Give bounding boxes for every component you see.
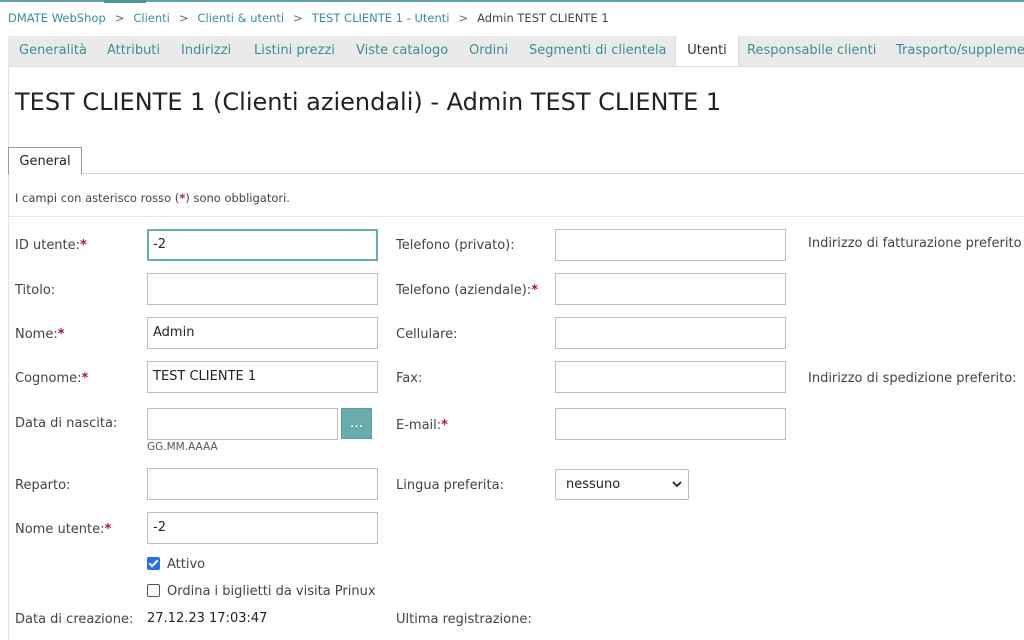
billing-address-label: Indirizzo di fatturazione preferito	[808, 236, 1022, 251]
username-input[interactable]: -2	[147, 512, 378, 544]
last-name-label-text: Cognome:	[15, 371, 82, 386]
business-cards-checkbox-label[interactable]: Ordina i biglietti da visita Prinux	[167, 584, 376, 599]
business-cards-checkbox[interactable]	[147, 584, 160, 597]
department-input[interactable]	[147, 468, 378, 500]
user-id-label-text: ID utente:	[15, 238, 81, 253]
note-text-end: ) sono obbligatori.	[185, 191, 290, 205]
language-select-value: nessuno	[566, 477, 621, 492]
username-label-text: Nome utente:	[15, 522, 105, 537]
tab-trasporto-supplementi[interactable]: Trasporto/supplementi	[896, 36, 1024, 66]
top-accent-line	[0, 0, 1024, 2]
department-label: Reparto:	[15, 478, 71, 493]
first-name-label: Nome:*	[15, 327, 65, 342]
last-name-label: Cognome:*	[15, 371, 88, 386]
tab-attributi[interactable]: Attributi	[107, 36, 160, 66]
shipping-address-label: Indirizzo di spedizione preferito:	[808, 371, 1017, 386]
fax-input[interactable]	[555, 361, 786, 393]
tab-ordini[interactable]: Ordini	[469, 36, 508, 66]
active-checkbox-label[interactable]: Attivo	[167, 557, 205, 572]
phone-business-label-text: Telefono (aziendale):	[396, 283, 532, 298]
user-id-input[interactable]: -2	[147, 229, 378, 261]
tab-generalita[interactable]: Generalità	[19, 36, 87, 66]
subtab-general[interactable]: General	[8, 147, 82, 175]
mobile-input[interactable]	[555, 317, 786, 349]
tab-indirizzi[interactable]: Indirizzi	[181, 36, 231, 66]
required-fields-note: I campi con asterisco rosso (*) sono obb…	[15, 191, 290, 205]
tab-viste-catalogo[interactable]: Viste catalogo	[356, 36, 448, 66]
mobile-label: Cellulare:	[396, 327, 458, 342]
required-asterisk: *	[104, 522, 112, 537]
username-label: Nome utente:*	[15, 522, 111, 537]
breadcrumb-current: Admin TEST CLIENTE 1	[477, 11, 609, 25]
required-asterisk: *	[80, 238, 87, 253]
first-name-input[interactable]: Admin	[147, 317, 378, 349]
required-asterisk: *	[441, 418, 448, 433]
last-name-input[interactable]: TEST CLIENTE 1	[147, 361, 378, 393]
language-label: Lingua preferita:	[396, 478, 504, 493]
birth-date-format-hint: GG.MM.AAAA	[147, 441, 218, 453]
email-label: E-mail:*	[396, 418, 448, 433]
page-title: TEST CLIENTE 1 (Clienti aziendali) - Adm…	[15, 88, 722, 116]
tab-segmenti-clientela[interactable]: Segmenti di clientela	[529, 36, 667, 66]
top-accent-indicator	[104, 0, 146, 3]
tab-listini-prezzi[interactable]: Listini prezzi	[254, 36, 335, 66]
breadcrumb-customer-users[interactable]: TEST CLIENTE 1 - Utenti	[312, 11, 450, 25]
creation-date-label: Data di creazione:	[15, 612, 134, 627]
birth-date-input[interactable]	[147, 408, 338, 440]
breadcrumb-webshop[interactable]: DMATE WebShop	[8, 11, 106, 25]
required-asterisk: *	[531, 283, 538, 298]
breadcrumb-separator: >	[114, 11, 125, 25]
required-asterisk: *	[81, 371, 89, 386]
birth-date-label: Data di nascita:	[15, 416, 118, 431]
tab-responsabile-clienti[interactable]: Responsabile clienti	[747, 36, 876, 66]
breadcrumb-separator: >	[293, 11, 303, 25]
note-text-start: I campi con asterisco rosso (	[15, 191, 180, 205]
breadcrumb-separator: >	[178, 11, 189, 25]
first-name-label-text: Nome:	[15, 327, 58, 342]
breadcrumb-separator: >	[458, 11, 469, 25]
language-select[interactable]: nessuno	[555, 469, 689, 500]
chevron-down-icon	[672, 470, 682, 510]
breadcrumb-clienti-utenti[interactable]: Clienti & utenti	[197, 11, 284, 25]
phone-business-label: Telefono (aziendale):*	[396, 283, 538, 298]
email-input[interactable]	[555, 408, 786, 440]
last-login-label: Ultima registrazione:	[396, 612, 532, 627]
required-asterisk: *	[57, 327, 65, 342]
active-checkbox[interactable]	[147, 557, 160, 570]
tab-utenti[interactable]: Utenti	[675, 36, 739, 66]
note-divider	[8, 216, 1024, 217]
phone-private-input[interactable]	[555, 229, 786, 261]
date-picker-button[interactable]: ...	[341, 408, 372, 439]
subtab-divider	[8, 173, 1024, 174]
creation-date-value: 27.12.23 17:03:47	[147, 611, 268, 626]
breadcrumb: DMATE WebShop > Clienti > Clienti & utenti > T…	[8, 11, 609, 25]
user-id-label: ID utente:*	[15, 238, 87, 253]
title-label: Titolo:	[15, 283, 56, 298]
main-tab-bar: Generalità Attributi Indirizzi Listini p…	[8, 36, 1024, 67]
breadcrumb-clienti[interactable]: Clienti	[133, 11, 170, 25]
title-input[interactable]	[147, 273, 378, 305]
phone-business-input[interactable]	[555, 273, 786, 305]
email-label-text: E-mail:	[396, 418, 442, 433]
phone-private-label: Telefono (privato):	[396, 238, 515, 253]
fax-label: Fax:	[396, 371, 423, 386]
